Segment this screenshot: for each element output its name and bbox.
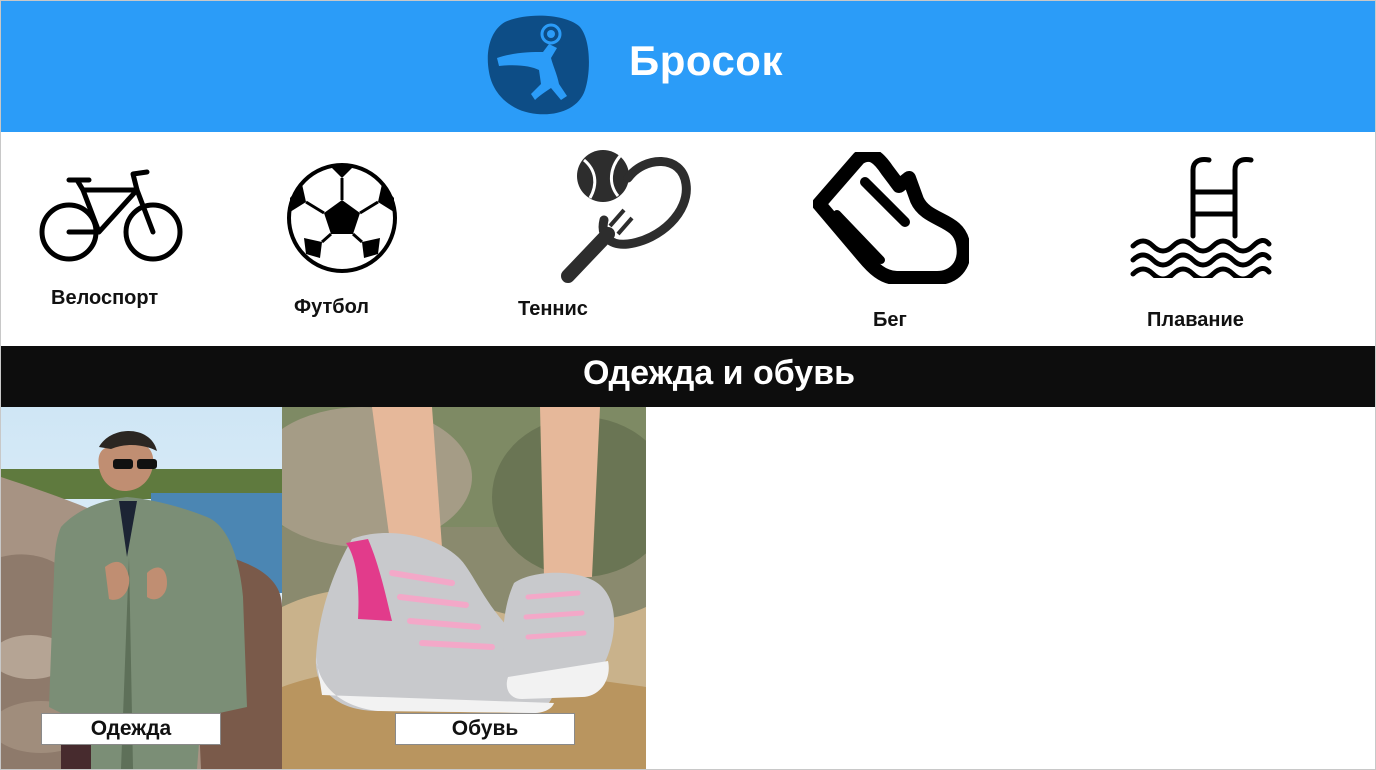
soccer-ball-icon [287,163,397,273]
sport-label: Теннис [518,298,588,320]
category-tile-clothing[interactable]: Одежда [1,407,282,769]
site-title: Бросок [629,37,783,84]
sport-label: Бег [873,309,907,331]
tile-label: Одежда [41,713,221,745]
bicycle-icon [39,169,183,262]
section-title: Одежда и обувь [582,354,856,392]
sport-label: Плавание [1147,309,1244,331]
section-header: Одежда и обувь [1,346,1375,407]
sport-label: Велоспорт [51,287,159,309]
running-shoe-icon [813,152,969,284]
sport-cycling[interactable]: Велоспорт [39,168,189,318]
sports-categories: Велоспорт Футбол Теннис Бег Плавание [1,132,1375,346]
category-tile-footwear[interactable]: Обувь [282,407,646,769]
sport-running[interactable]: Бег [813,152,973,332]
tile-label: Обувь [395,713,575,745]
page-frame: Бросок Велоспорт Футбол Теннис Бег Плава… [0,0,1376,770]
swimming-pool-icon [1130,157,1272,278]
site-header: Бросок [1,1,1375,132]
handball-logo-icon[interactable] [487,12,591,116]
sport-tennis[interactable]: Теннис [516,148,696,322]
sport-label: Футбол [294,296,370,318]
tennis-racket-icon [561,150,691,283]
sport-football[interactable]: Футбол [286,162,406,322]
sport-swimming[interactable]: Плавание [1129,156,1289,336]
